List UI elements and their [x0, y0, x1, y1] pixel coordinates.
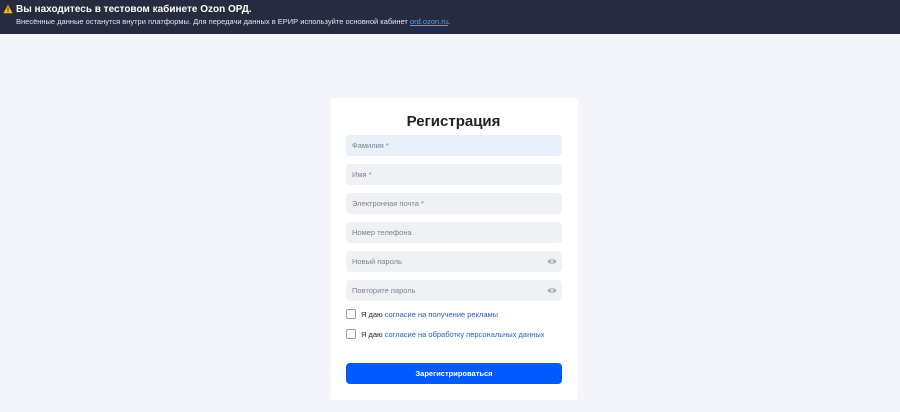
ads-consent-link[interactable]: согласие на получение рекламы	[385, 310, 498, 319]
personal-data-consent-checkbox[interactable]	[346, 329, 356, 339]
page-title: Регистрация	[406, 113, 501, 130]
banner-text-body: Внесённые данные останутся внутри платфо…	[16, 17, 408, 26]
banner-text: Внесённые данные останутся внутри платфо…	[16, 17, 450, 26]
email-input[interactable]	[352, 199, 556, 208]
password-field[interactable]	[346, 251, 562, 272]
ads-consent-checkbox[interactable]	[346, 309, 356, 319]
ads-consent-row: Я даю согласие на получение рекламы	[346, 308, 498, 320]
warning-triangle-icon	[3, 4, 13, 14]
eye-icon[interactable]	[547, 257, 557, 266]
password-repeat-input[interactable]	[352, 286, 556, 295]
personal-data-consent-row: Я даю согласие на обработку персональных…	[346, 328, 545, 340]
phone-input[interactable]	[352, 228, 556, 237]
personal-data-consent-lead: Я даю	[361, 329, 383, 339]
password-repeat-field[interactable]	[346, 280, 562, 301]
personal-data-consent-link[interactable]: согласие на обработку персональных данны…	[385, 330, 545, 339]
last-name-field[interactable]	[346, 135, 562, 156]
test-mode-banner: Вы находитесь в тестовом кабинете Ozon О…	[0, 0, 900, 34]
last-name-input[interactable]	[352, 141, 556, 150]
banner-text-tail: .	[447, 17, 451, 26]
registration-card: Регистрация Я даю согласие на получение …	[331, 98, 578, 400]
email-field[interactable]	[346, 193, 562, 214]
password-input[interactable]	[352, 257, 556, 266]
banner-title: Вы находитесь в тестовом кабинете Ozon О…	[16, 4, 252, 15]
eye-icon[interactable]	[547, 286, 557, 295]
first-name-input[interactable]	[352, 170, 556, 179]
ord-link[interactable]: ord.ozon.ru	[410, 17, 448, 26]
phone-field[interactable]	[346, 222, 562, 243]
first-name-field[interactable]	[346, 164, 562, 185]
ads-consent-lead: Я даю	[361, 309, 383, 319]
register-button[interactable]: Зарегистрироваться	[346, 363, 562, 384]
